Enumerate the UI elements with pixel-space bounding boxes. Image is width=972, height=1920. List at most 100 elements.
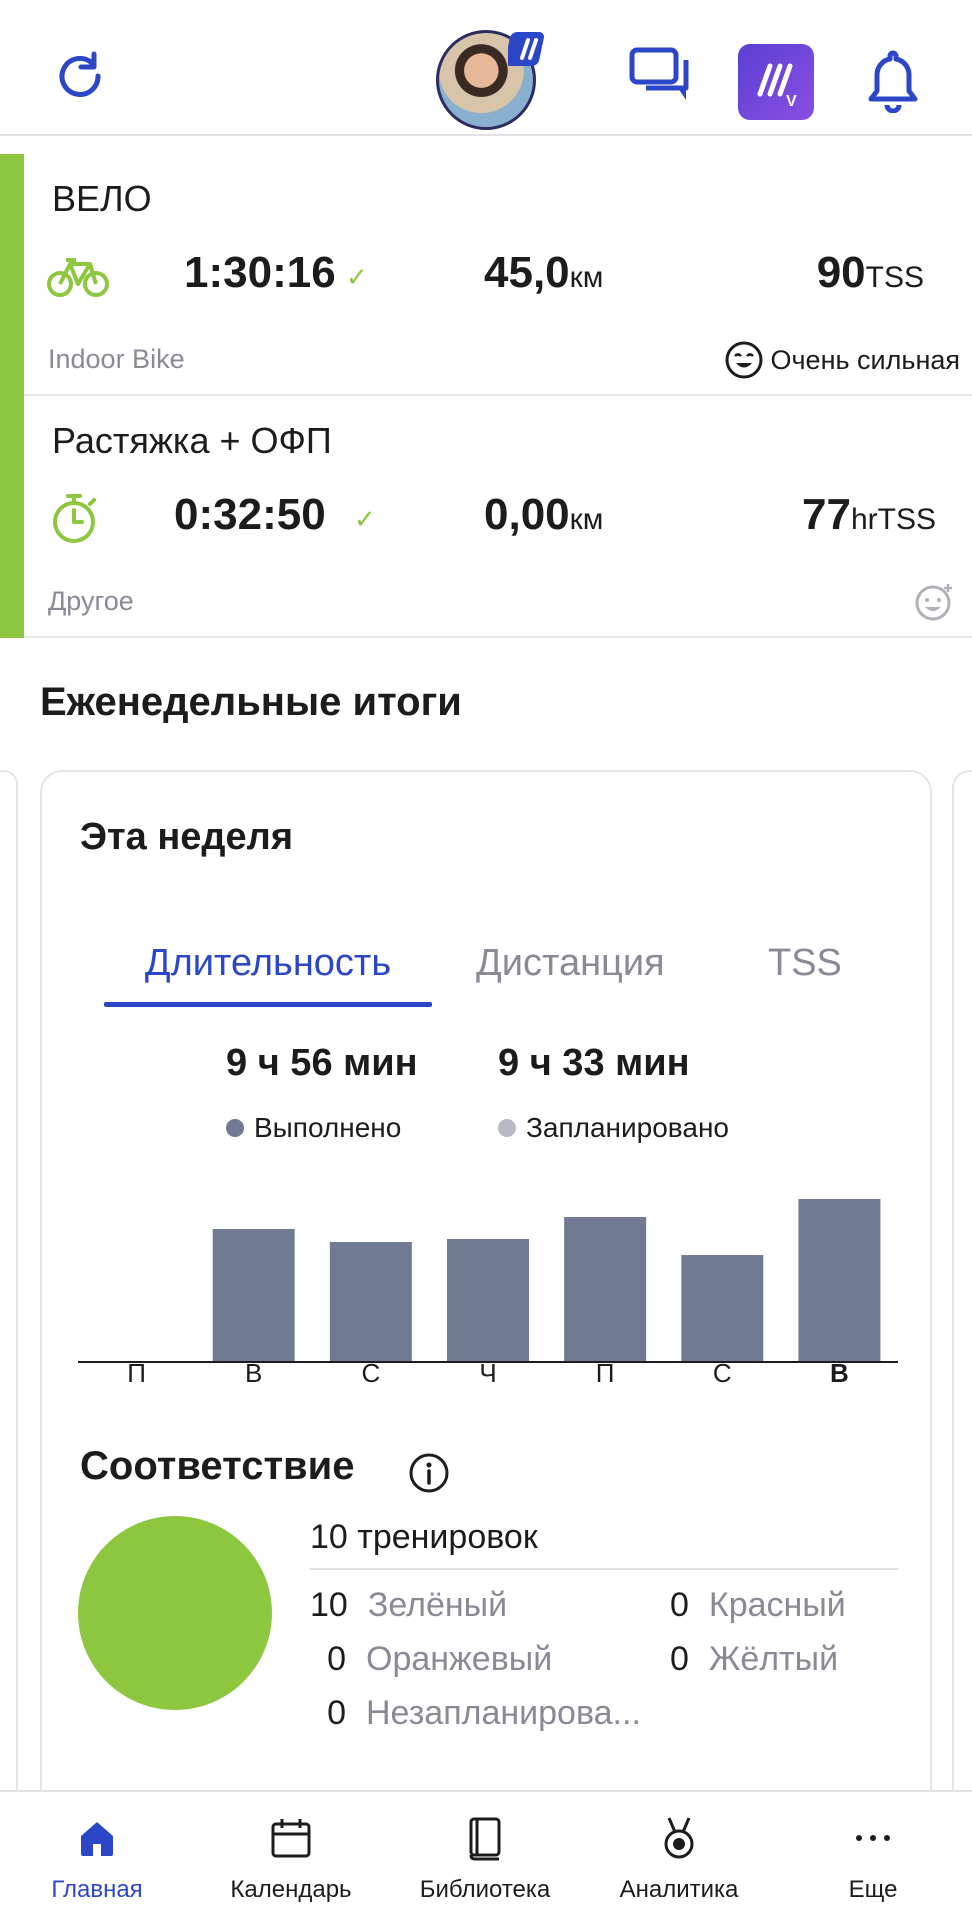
completed-total: 9 ч 56 мин [226, 1042, 418, 1084]
legend-planned-label: Запланировано [526, 1112, 729, 1143]
load-unit: hrTSS [850, 503, 936, 536]
nav-more-label: Еще [848, 1876, 898, 1903]
feel-label: Очень сильная [770, 344, 960, 375]
activity-type: Indoor Bike [48, 344, 185, 374]
activity-distance: 45,0км [484, 248, 603, 298]
next-card-edge[interactable] [952, 770, 972, 1920]
activity-type: Другое [48, 586, 134, 616]
weekly-duration-chart [78, 1199, 898, 1363]
refresh-icon[interactable] [44, 40, 120, 116]
compliance-red: 0 Красный [670, 1586, 846, 1625]
activity-duration: 0:32:50 [174, 490, 326, 539]
chart-day-label: С [712, 1358, 732, 1388]
compliance-yellow: 0 Жёлтый [670, 1640, 838, 1679]
add-feeling-icon [915, 584, 952, 621]
chart-day-label: В [245, 1358, 263, 1388]
nav-analytics[interactable]: Аналитика [582, 1792, 776, 1920]
card-title: Эта неделя [80, 816, 293, 858]
nav-library-label: Библиотека [419, 1876, 551, 1903]
red-label: Красный [708, 1586, 846, 1624]
this-week-card: Эта неделя Длительность Дистанция TSS 9 … [40, 770, 932, 1920]
metric-tabs: Длительность Дистанция TSS [104, 942, 894, 1007]
distance-unit: км [569, 503, 604, 536]
messages-icon[interactable] [626, 44, 696, 108]
yellow-label: Жёлтый [708, 1640, 839, 1678]
planned-dot-icon [498, 1119, 516, 1137]
premium-badge-icon [508, 28, 550, 70]
load-unit: TSS [865, 261, 924, 294]
chart-day-label: С [361, 1358, 381, 1388]
nav-calendar-label: Календарь [230, 1876, 352, 1903]
orange-label: Оранжевый [366, 1640, 553, 1678]
nav-calendar[interactable]: Календарь [194, 1792, 388, 1920]
activity-load: 77hrTSS [802, 490, 936, 540]
bike-icon [46, 248, 110, 304]
red-count: 0 [670, 1586, 689, 1624]
chart-bar [798, 1199, 881, 1362]
bell-icon[interactable] [860, 44, 926, 116]
home-icon [81, 1822, 113, 1856]
chart-bar [681, 1255, 764, 1362]
previous-card-edge[interactable] [0, 770, 18, 1920]
active-tab-indicator [104, 1002, 432, 1007]
distance-unit: км [569, 261, 604, 294]
tab-tss[interactable]: TSS [768, 942, 842, 985]
nav-home[interactable]: Главная [0, 1792, 194, 1920]
distance-value: 0,00 [484, 490, 570, 539]
weekly-summary-title: Еженедельные итоги [40, 680, 462, 724]
green-label: Зелёный [367, 1586, 508, 1624]
bottom-navigation: Главная Календарь Библиотека Аналитика Е… [0, 1790, 972, 1920]
green-count: 10 [310, 1586, 348, 1624]
activity-card[interactable]: ВЕЛО 1:30:16 ✓ 45,0км 90TSS Indoor Bike … [24, 154, 972, 396]
compliance-unplanned: 0 Незапланирова... [310, 1694, 641, 1733]
compliance-title: Соответствие [80, 1444, 355, 1488]
chart-bar [447, 1239, 529, 1362]
stopwatch-icon [46, 490, 110, 546]
app-v-icon[interactable]: V [738, 44, 814, 120]
load-value: 90 [816, 248, 866, 297]
legend-completed: Выполнено [226, 1112, 401, 1144]
unplanned-label: Незапланирова... [366, 1694, 641, 1732]
tab-duration[interactable]: Длительность [104, 942, 432, 985]
day-status-bar [0, 154, 24, 638]
chart-day-label: П [595, 1358, 615, 1388]
nav-analytics-label: Аналитика [619, 1876, 739, 1903]
activity-title: Растяжка + ОФП [52, 420, 332, 461]
tab-distance[interactable]: Дистанция [476, 942, 665, 985]
nav-home-label: Главная [51, 1876, 143, 1903]
add-feel-button[interactable] [914, 582, 954, 622]
nav-more[interactable]: Еще [776, 1792, 970, 1920]
svg-text:V: V [786, 93, 797, 110]
legend-planned: Запланировано [498, 1112, 729, 1144]
feel-indicator[interactable]: Очень сильная [724, 340, 960, 380]
activity-load: 90TSS [817, 248, 924, 298]
nav-library[interactable]: Библиотека [388, 1792, 582, 1920]
chart-bar [564, 1217, 647, 1362]
orange-count: 0 [327, 1640, 346, 1678]
activity-title: ВЕЛО [52, 178, 152, 219]
compliance-orange: 0 Оранжевый [310, 1640, 552, 1679]
chart-bar [329, 1242, 412, 1362]
legend-completed-label: Выполнено [254, 1112, 402, 1143]
activity-card[interactable]: Растяжка + ОФП 0:32:50 ✓ 0,00км 77hrTSS … [24, 396, 972, 638]
planned-total: 9 ч 33 мин [498, 1042, 690, 1084]
chart-bar [212, 1229, 295, 1362]
library-icon [469, 1817, 501, 1861]
compliance-green: 10 Зелёный [310, 1586, 507, 1625]
compliance-pie [78, 1516, 272, 1710]
chart-day-label: П [127, 1358, 146, 1388]
load-value: 77 [802, 490, 851, 539]
chart-day-label: Ч [479, 1358, 497, 1388]
divider [310, 1568, 898, 1570]
completed-check-icon: ✓ [354, 504, 376, 534]
smile-face-icon [725, 341, 763, 379]
medal-icon [664, 1817, 694, 1859]
unplanned-count: 0 [327, 1694, 346, 1732]
info-icon[interactable] [408, 1452, 450, 1494]
completed-dot-icon [226, 1119, 244, 1137]
yellow-count: 0 [670, 1640, 689, 1678]
compliance-count: 10 тренировок [310, 1518, 538, 1556]
activity-list: ВЕЛО 1:30:16 ✓ 45,0км 90TSS Indoor Bike … [0, 154, 972, 638]
completed-check-icon: ✓ [346, 262, 368, 292]
activity-distance: 0,00км [484, 490, 603, 540]
